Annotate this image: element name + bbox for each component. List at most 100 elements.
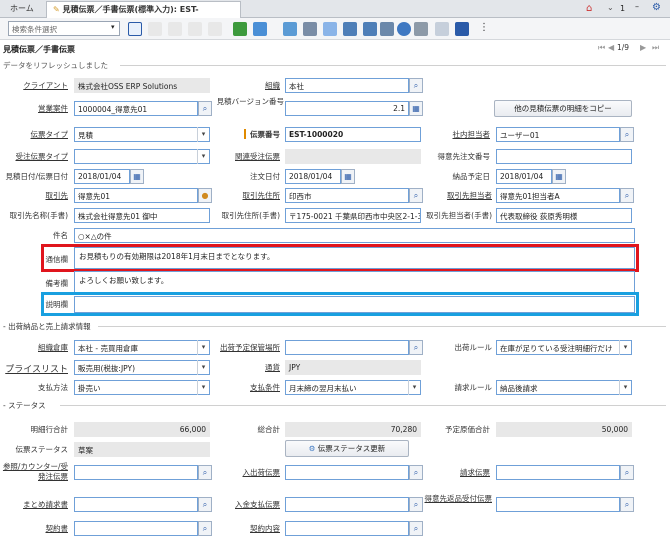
doc-type-field[interactable]: 見積 <box>74 127 210 142</box>
partner-name-hand-field[interactable]: 株式会社得意先01 御中 <box>74 208 210 223</box>
home-icon[interactable]: ⌂ <box>586 3 592 14</box>
contract-field[interactable] <box>74 521 198 536</box>
delivery-date-calendar-icon[interactable]: ▦ <box>552 169 566 184</box>
save-icon[interactable] <box>188 22 202 36</box>
copy-lines-button[interactable]: 他の見積伝票の明細をコピー <box>494 100 632 117</box>
zoom-icon[interactable] <box>343 22 357 36</box>
sales-rep-field[interactable]: ユーザー01 <box>496 127 620 142</box>
up-arrow-icon[interactable] <box>435 22 449 36</box>
order-date-field[interactable]: 2018/01/04 <box>285 169 341 184</box>
search-icon[interactable] <box>128 22 142 36</box>
warehouse-dropdown-icon[interactable]: ▾ <box>197 340 209 355</box>
down-arrow-icon[interactable] <box>455 22 469 36</box>
delivery-date-field[interactable]: 2018/01/04 <box>496 169 552 184</box>
minimize-icon[interactable]: – <box>635 2 639 11</box>
refresh-icon[interactable] <box>283 22 297 36</box>
process-gear-icon[interactable] <box>397 22 411 36</box>
invoice-rule-field[interactable]: 納品後請求 <box>496 380 632 395</box>
partner-addr-hand-field[interactable]: 〒175-0021 千葉県印西市中央区2-1-3 <box>285 208 421 223</box>
ship-rule-field[interactable]: 在庫が足りている受注明細行だけ <box>496 340 632 355</box>
last-page-icon[interactable]: ⏭ <box>652 43 659 53</box>
ref-counter-search-icon[interactable]: ⌕ <box>198 465 212 480</box>
deal-field[interactable]: 1000004_得意先01 <box>74 101 198 116</box>
contract-content-search-icon[interactable]: ⌕ <box>409 521 423 536</box>
inout-field[interactable] <box>285 465 409 480</box>
partner-field[interactable]: 得意先01 <box>74 188 198 203</box>
next-page-icon[interactable]: ▶ <box>640 43 646 52</box>
warehouse-field[interactable]: 本社 - 売買用倉庫 <box>74 340 210 355</box>
partner-addr-search-icon[interactable]: ⌕ <box>409 188 423 203</box>
related-order-label: 関連受注伝票 <box>235 152 280 161</box>
cust-order-no-field[interactable] <box>496 149 632 164</box>
tab-home[interactable]: ホーム <box>4 1 40 18</box>
return-doc-search-icon[interactable]: ⌕ <box>620 497 634 512</box>
org-field[interactable]: 本社 <box>285 78 409 93</box>
pricelist-field[interactable]: 販売用(税抜:JPY) <box>74 360 210 375</box>
search-input[interactable]: 検索条件選択 <box>8 21 120 36</box>
org-search-icon[interactable]: ⌕ <box>409 78 423 93</box>
detail-icon[interactable] <box>303 22 317 36</box>
tab-active-document[interactable]: ✎ 見積伝票／手書伝票(標準入力): EST-1000020 ✖ <box>46 1 241 30</box>
report-icon[interactable] <box>363 22 377 36</box>
partner-contact-search-icon[interactable]: ⌕ <box>620 188 634 203</box>
remarks-textarea[interactable]: よろしくお願い致します。 <box>74 271 635 293</box>
subject-field[interactable]: ○×△の件 <box>74 228 635 243</box>
print-icon[interactable] <box>253 22 267 36</box>
delete-icon[interactable] <box>208 22 222 36</box>
order-type-field[interactable] <box>74 149 210 164</box>
section-shipping[interactable]: - 出荷納品と売上請求情報 <box>3 321 91 332</box>
calculator-icon[interactable]: ▦ <box>409 101 423 116</box>
return-doc-field[interactable] <box>496 497 620 512</box>
pay-term-dropdown-icon[interactable]: ▾ <box>408 380 420 395</box>
attachment-icon[interactable] <box>323 22 337 36</box>
invoice-search-icon[interactable]: ⌕ <box>620 465 634 480</box>
new-record-icon[interactable] <box>148 22 162 36</box>
deal-search-icon[interactable]: ⌕ <box>198 101 212 116</box>
invoice-field[interactable] <box>496 465 620 480</box>
pricelist-dropdown-icon[interactable]: ▾ <box>197 360 209 375</box>
doc-type-dropdown-icon[interactable]: ▾ <box>197 127 209 142</box>
payment-doc-field[interactable] <box>285 497 409 512</box>
ref-counter-field[interactable] <box>74 465 198 480</box>
order-type-dropdown-icon[interactable]: ▾ <box>197 149 209 164</box>
partner-contact-field[interactable]: 得意先01担当者A <box>496 188 620 203</box>
payment-doc-search-icon[interactable]: ⌕ <box>409 497 423 512</box>
archive-icon[interactable] <box>380 22 394 36</box>
copy-icon[interactable] <box>168 22 182 36</box>
inout-search-icon[interactable]: ⌕ <box>409 465 423 480</box>
grand-total-field: 70,280 <box>285 422 421 437</box>
date-field[interactable]: 2018/01/04 <box>74 169 130 184</box>
first-page-icon[interactable]: ⏮ <box>598 43 605 53</box>
more-icon[interactable]: ⋮ <box>479 22 489 33</box>
contract-search-icon[interactable]: ⌕ <box>198 521 212 536</box>
page-counter: 1/9 <box>617 43 630 52</box>
bundle-field[interactable] <box>74 497 198 512</box>
partner-person-icon[interactable]: ● <box>198 188 212 203</box>
trash-icon[interactable] <box>233 22 247 36</box>
dropdown-icon[interactable]: ▾ <box>111 23 115 31</box>
payment-field[interactable]: 掛売い <box>74 380 210 395</box>
prev-page-icon[interactable]: ◀ <box>608 43 614 52</box>
order-date-calendar-icon[interactable]: ▦ <box>341 169 355 184</box>
sales-rep-search-icon[interactable]: ⌕ <box>620 127 634 142</box>
pay-term-field[interactable]: 月末締の翌月末払い <box>285 380 421 395</box>
quote-version-field[interactable]: 2.1 <box>285 101 409 116</box>
date-label: 見積日付/伝票日付 <box>5 172 68 181</box>
lock-icon[interactable] <box>414 22 428 36</box>
doc-no-field[interactable]: EST-1000020 <box>285 127 421 142</box>
section-status[interactable]: - ステータス <box>3 400 46 411</box>
gear-icon[interactable]: ⚙ <box>652 2 661 13</box>
partner-contact-hand-field[interactable]: 代表取締役 荻原秀明様 <box>496 208 632 223</box>
bundle-search-icon[interactable]: ⌕ <box>198 497 212 512</box>
ship-location-field[interactable] <box>285 340 409 355</box>
ship-rule-dropdown-icon[interactable]: ▾ <box>619 340 631 355</box>
chevron-down-icon[interactable]: ⌄ <box>607 3 614 12</box>
ship-location-search-icon[interactable]: ⌕ <box>409 340 423 355</box>
contract-content-field[interactable] <box>285 521 409 536</box>
status-update-button[interactable]: ⚙ 伝票ステータス更新 <box>285 440 409 457</box>
date-calendar-icon[interactable]: ▦ <box>130 169 144 184</box>
invoice-rule-dropdown-icon[interactable]: ▾ <box>619 380 631 395</box>
partner-addr-field[interactable]: 印西市 <box>285 188 409 203</box>
order-date-label: 注文日付 <box>250 172 280 181</box>
payment-dropdown-icon[interactable]: ▾ <box>197 380 209 395</box>
